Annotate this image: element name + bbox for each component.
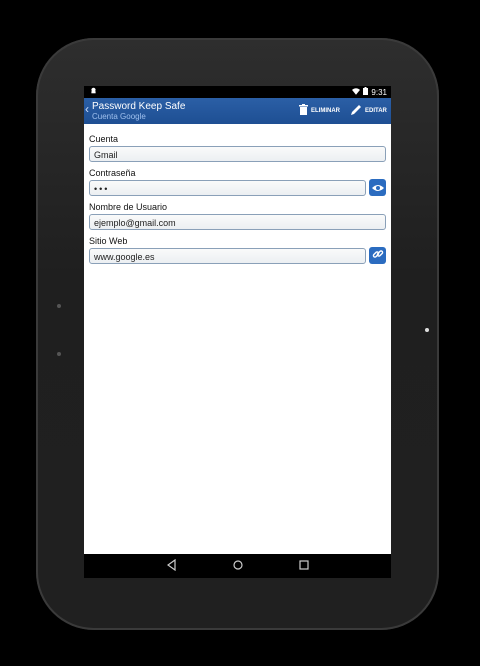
contrasena-label: Contraseña: [89, 168, 136, 178]
app-subtitle: Cuenta Google: [92, 112, 146, 121]
home-nav-icon[interactable]: [232, 558, 244, 576]
wifi-icon: [352, 87, 361, 97]
link-icon: [372, 247, 384, 265]
password-field[interactable]: •••: [89, 180, 366, 196]
open-link-button[interactable]: [369, 247, 386, 264]
device-screen: 9:31 ‹ Password Keep Safe Cuenta Google …: [84, 86, 391, 578]
status-time: 9:31: [371, 87, 387, 97]
username-field[interactable]: ejemplo@gmail.com: [89, 214, 386, 230]
app-title[interactable]: Password Keep Safe: [92, 101, 185, 112]
battery-icon: [363, 87, 369, 97]
usuario-label: Nombre de Usuario: [89, 202, 168, 212]
tablet-sensor-dot: [57, 352, 61, 356]
website-field[interactable]: www.google.es: [89, 248, 366, 264]
edit-button[interactable]: EDITAR: [350, 104, 387, 118]
delete-label: ELIMINAR: [311, 107, 340, 114]
status-bar: 9:31: [84, 86, 391, 98]
cuenta-label: Cuenta: [89, 134, 119, 144]
delete-button[interactable]: ELIMINAR: [299, 104, 340, 117]
web-label: Sitio Web: [89, 236, 128, 246]
eye-icon: [371, 179, 384, 197]
cuenta-field[interactable]: Gmail: [89, 146, 386, 162]
android-notification-icon: [90, 87, 97, 96]
show-password-button[interactable]: [369, 179, 386, 196]
tablet-camera-dot: [425, 328, 429, 332]
edit-label: EDITAR: [365, 108, 387, 114]
tablet-sensor-dot: [57, 304, 61, 308]
back-nav-icon[interactable]: [166, 558, 177, 576]
recents-nav-icon[interactable]: [298, 558, 310, 576]
trash-icon: [299, 104, 308, 117]
back-chevron-icon[interactable]: ‹: [85, 102, 89, 116]
navigation-bar: [84, 554, 391, 578]
pencil-icon: [350, 104, 362, 118]
app-bar: ‹ Password Keep Safe Cuenta Google ELIMI…: [84, 98, 391, 124]
